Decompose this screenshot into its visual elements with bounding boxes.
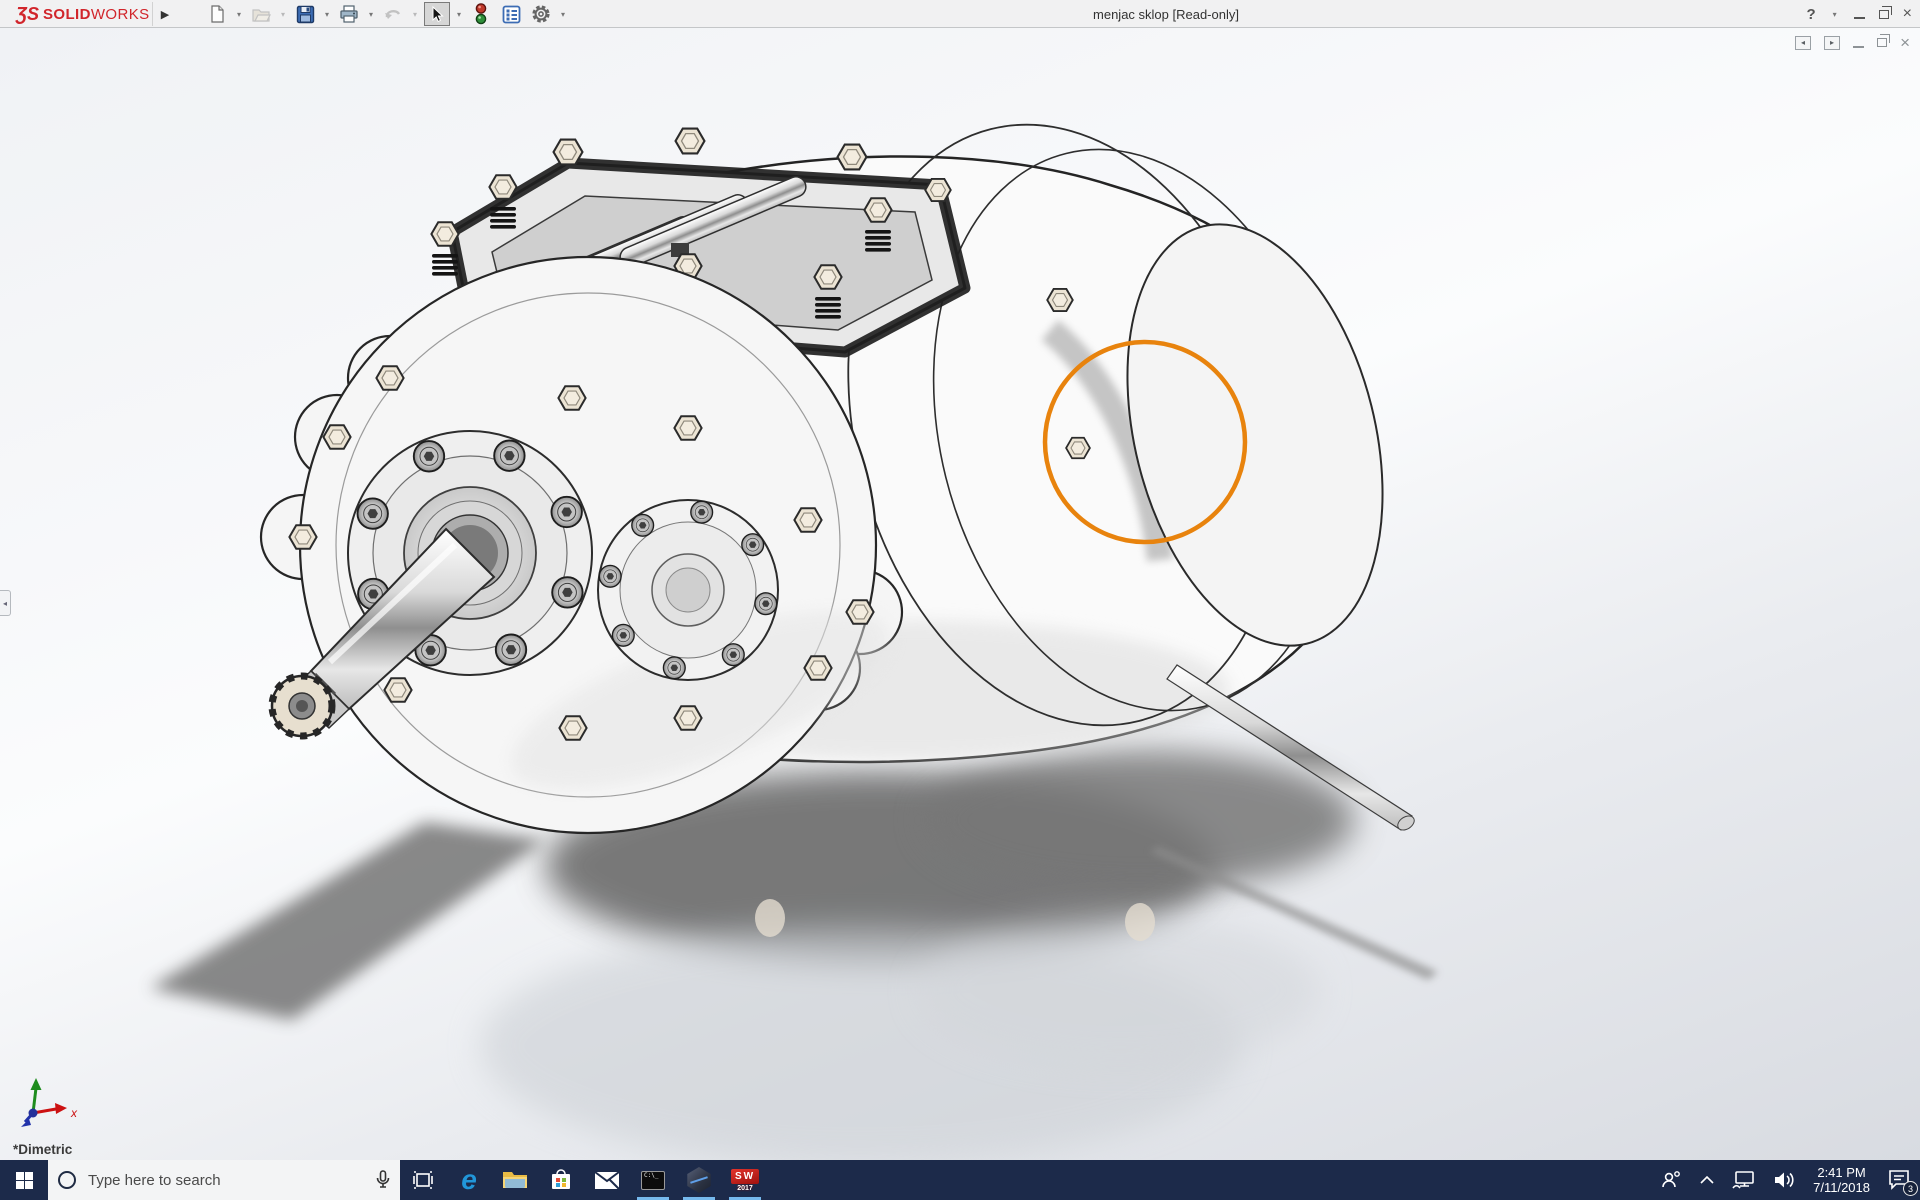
menu-flyout-button[interactable]: ▶: [157, 3, 173, 25]
task-view-button[interactable]: [400, 1160, 446, 1200]
solidworks-2017-icon: SW 2017: [730, 1168, 760, 1192]
save-floppy-icon: [296, 5, 314, 23]
title-bar: ƷS SOLIDWORKS ▶ ▾ ▾ ▾ ▾ ▾ ▾ ▾ menjac skl…: [0, 0, 1920, 28]
network-button[interactable]: [1723, 1160, 1765, 1200]
select-cursor-icon: [432, 5, 444, 23]
edge-icon: e: [461, 1164, 477, 1195]
graphics-area: x ◂ ▸ × ◂ *Dimetric: [0, 28, 1920, 1160]
network-display-icon: [1732, 1171, 1754, 1189]
taskbar-item-cmd[interactable]: C:\_: [630, 1160, 676, 1200]
tray-overflow-button[interactable]: [1691, 1160, 1723, 1200]
gearbox-model: [259, 123, 1415, 835]
save-button[interactable]: [292, 2, 318, 26]
tray-date: 7/11/2018: [1813, 1180, 1870, 1195]
notification-badge: 3: [1903, 1181, 1918, 1196]
windows-logo-icon: [15, 1171, 33, 1189]
select-tool-button[interactable]: [424, 2, 450, 26]
undo-arrow-icon: [385, 9, 401, 19]
windows-taskbar: e C:\_: [0, 1160, 1920, 1200]
help-dropdown[interactable]: ▾: [1830, 10, 1840, 19]
triad-x-label: x: [70, 1106, 78, 1120]
new-document-icon: [211, 5, 224, 23]
taskbar-item-file-explorer[interactable]: [492, 1160, 538, 1200]
microphone-icon[interactable]: [376, 1170, 390, 1190]
help-button[interactable]: ?: [1806, 6, 1815, 23]
solidworks-logo: ƷS SOLIDWORKS: [16, 3, 150, 25]
tray-time: 2:41 PM: [1817, 1165, 1866, 1180]
people-icon: [1662, 1171, 1681, 1188]
feature-manager-collapsed-tab[interactable]: ◂: [0, 590, 11, 616]
file-explorer-icon: [503, 1172, 527, 1188]
secondary-bearing-cover: [597, 499, 779, 681]
document-title: menjac sklop [Read-only]: [1093, 7, 1239, 22]
microsoft-store-icon: [552, 1169, 570, 1189]
quick-access-toolbar: ▾ ▾ ▾ ▾ ▾ ▾ ▾: [204, 2, 568, 26]
window-controls: ? ▾ ×: [1806, 0, 1912, 28]
dock-left-button[interactable]: ◂: [1795, 35, 1812, 50]
hexagon-app-icon: [687, 1167, 711, 1193]
3d-viewport[interactable]: x: [0, 28, 1920, 1160]
close-button[interactable]: ×: [1903, 6, 1912, 22]
traffic-light-icon: [475, 3, 487, 25]
select-dropdown[interactable]: ▾: [454, 10, 464, 19]
undo-dropdown[interactable]: ▾: [410, 10, 420, 19]
taskbar-search[interactable]: [48, 1160, 400, 1200]
print-button[interactable]: [336, 2, 362, 26]
options-dropdown[interactable]: ▾: [558, 10, 568, 19]
minimize-button[interactable]: [1853, 17, 1865, 19]
task-view-icon: [413, 1171, 433, 1189]
volume-button[interactable]: [1765, 1160, 1805, 1200]
command-prompt-icon: C:\_: [641, 1170, 665, 1190]
print-dropdown[interactable]: ▾: [366, 10, 376, 19]
people-button[interactable]: [1651, 1160, 1691, 1200]
doc-restore-button[interactable]: [1877, 34, 1891, 47]
search-input[interactable]: [86, 1170, 366, 1190]
dock-right-button[interactable]: ▸: [1824, 35, 1841, 50]
document-window-controls: ◂ ▸ ×: [1795, 34, 1910, 51]
taskbar-item-store[interactable]: [538, 1160, 584, 1200]
open-dropdown[interactable]: ▾: [278, 10, 288, 19]
taskbar-item-mail[interactable]: [584, 1160, 630, 1200]
orientation-triad: x: [21, 1078, 78, 1127]
taskbar-item-edge[interactable]: e: [446, 1160, 492, 1200]
solidworks-window: ƷS SOLIDWORKS ▶ ▾ ▾ ▾ ▾ ▾ ▾ ▾ menjac skl…: [0, 0, 1920, 1200]
solidworks-logo-mark: ƷS: [16, 4, 40, 24]
chevron-up-icon: [1700, 1176, 1714, 1184]
display-pane-button[interactable]: [498, 2, 524, 26]
doc-close-button[interactable]: ×: [1900, 34, 1910, 51]
mail-icon: [594, 1170, 620, 1190]
save-dropdown[interactable]: ▾: [322, 10, 332, 19]
open-folder-icon: [252, 9, 271, 22]
rebuild-button[interactable]: [468, 2, 494, 26]
options-button[interactable]: [528, 2, 554, 26]
taskbar-item-edrawings[interactable]: [676, 1160, 722, 1200]
model-reflection: [480, 899, 1320, 1160]
undo-button[interactable]: [380, 2, 406, 26]
solidworks-logo-text: SOLIDWORKS: [43, 5, 150, 23]
print-icon: [340, 4, 358, 23]
open-document-button[interactable]: [248, 2, 274, 26]
speaker-icon: [1775, 1172, 1794, 1188]
logo-separator: [152, 2, 153, 26]
properties-list-icon: [502, 5, 520, 23]
start-button[interactable]: [0, 1160, 48, 1200]
doc-minimize-button[interactable]: [1853, 45, 1865, 48]
taskbar-clock[interactable]: 2:41 PM 7/11/2018: [1805, 1160, 1878, 1200]
action-center-button[interactable]: 3: [1878, 1160, 1920, 1200]
new-dropdown[interactable]: ▾: [234, 10, 244, 19]
system-tray: 2:41 PM 7/11/2018 3: [1651, 1160, 1920, 1200]
options-gear-icon: [532, 5, 550, 23]
new-document-button[interactable]: [204, 2, 230, 26]
cortana-icon: [58, 1171, 76, 1189]
restore-button[interactable]: [1878, 5, 1892, 19]
taskbar-item-solidworks[interactable]: SW 2017: [722, 1160, 768, 1200]
view-orientation-label: *Dimetric: [13, 1142, 73, 1157]
